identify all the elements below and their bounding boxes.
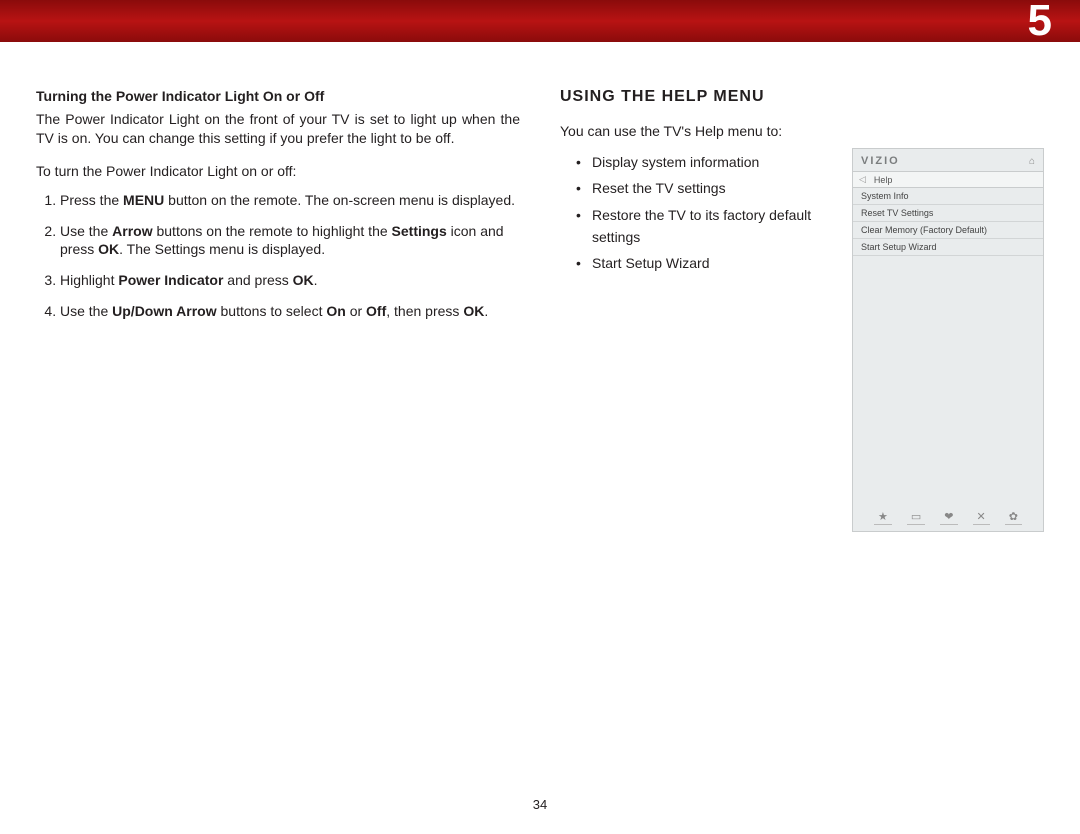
left-column: Turning the Power Indicator Light On or … [36, 88, 520, 532]
v-icon: ❤ [940, 512, 957, 525]
intro-paragraph: The Power Indicator Light on the front o… [36, 110, 520, 148]
tv-footer-icons: ★ ▭ ❤ ✕ ✿ [853, 512, 1043, 525]
subheading: Turning the Power Indicator Light On or … [36, 88, 520, 104]
tv-menu-item: Start Setup Wizard [853, 239, 1043, 256]
bullet-item: Display system information [578, 151, 828, 173]
tv-menu-item: Reset TV Settings [853, 205, 1043, 222]
gear-icon: ✿ [1005, 512, 1022, 525]
steps-list: Press the MENU button on the remote. The… [36, 191, 520, 321]
steps-intro: To turn the Power Indicator Light on or … [36, 162, 520, 181]
tv-breadcrumb: ◁ Help [853, 171, 1043, 188]
chapter-number: 5 [1028, 0, 1052, 46]
right-column: Using the Help Menu You can use the TV's… [560, 88, 1044, 532]
back-arrow-icon: ◁ [859, 174, 866, 185]
star-icon: ★ [874, 512, 892, 525]
step-item: Highlight Power Indicator and press OK. [60, 271, 520, 290]
help-intro: You can use the TV's Help menu to: [560, 122, 828, 141]
rect-icon: ▭ [907, 512, 925, 525]
tv-menu-item: System Info [853, 188, 1043, 205]
vizio-logo: VIZIO [861, 155, 900, 167]
step-item: Use the Arrow buttons on the remote to h… [60, 222, 520, 260]
page-number: 34 [0, 797, 1080, 812]
step-item: Press the MENU button on the remote. The… [60, 191, 520, 210]
bullet-item: Reset the TV settings [578, 177, 828, 199]
breadcrumb-label: Help [874, 175, 893, 185]
step-item: Use the Up/Down Arrow buttons to select … [60, 302, 520, 321]
tv-menu-screenshot: VIZIO ⌂ ◁ Help System Info Reset TV Sett… [852, 148, 1044, 532]
tv-menu-item: Clear Memory (Factory Default) [853, 222, 1043, 239]
top-bar: 5 [0, 0, 1080, 42]
help-bullets: Display system information Reset the TV … [560, 151, 828, 275]
home-icon: ⌂ [1029, 156, 1035, 167]
close-icon: ✕ [973, 512, 990, 525]
page-content: Turning the Power Indicator Light On or … [0, 42, 1080, 532]
tv-menu-header: VIZIO ⌂ [853, 149, 1043, 171]
bullet-item: Start Setup Wizard [578, 252, 828, 274]
bullet-item: Restore the TV to its factory default se… [578, 204, 828, 249]
section-title: Using the Help Menu [560, 88, 828, 106]
